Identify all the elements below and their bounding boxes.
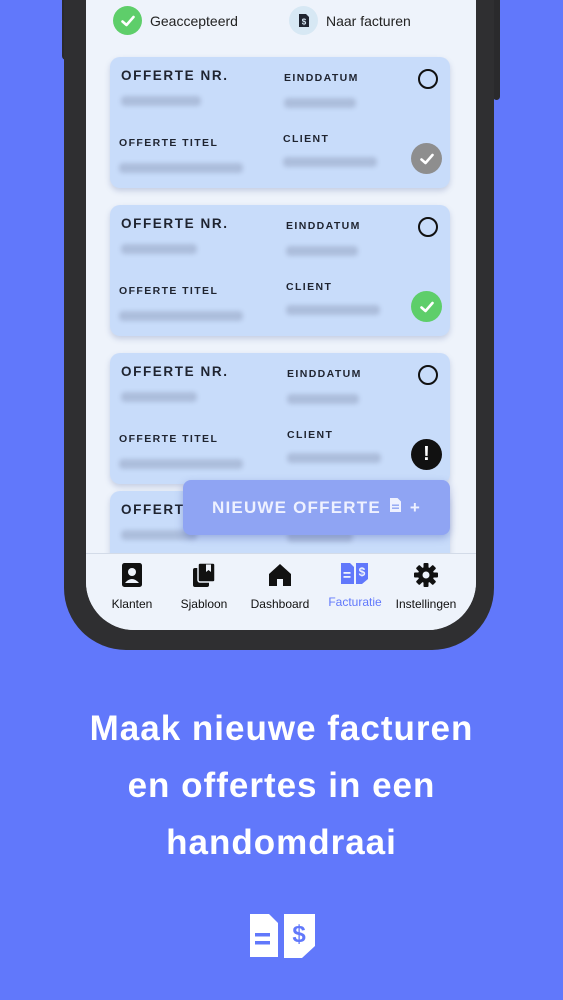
nav-item-facturatie[interactable]: $ Facturatie — [319, 562, 391, 609]
quote-nr-value — [121, 96, 201, 106]
headline-line: en offertes in een — [127, 766, 436, 805]
filter-to-invoices[interactable]: $ Naar facturen — [289, 6, 411, 35]
select-radio[interactable] — [418, 217, 438, 237]
phone-side-button-right — [493, 0, 500, 100]
attention-status-icon: ! — [411, 439, 442, 470]
svg-text:$: $ — [292, 921, 306, 948]
quote-card[interactable]: OFFERTE NR. EINDDATUM OFFERTE TITEL CLIE… — [110, 205, 450, 336]
client-value — [286, 305, 380, 315]
accepted-status-icon — [411, 291, 442, 322]
select-radio[interactable] — [418, 69, 438, 89]
nav-label: Facturatie — [328, 595, 382, 609]
nav-label: Instellingen — [395, 597, 457, 611]
client-label: CLIENT — [283, 133, 330, 145]
filter-accepted[interactable]: Geaccepteerd — [113, 6, 238, 35]
quote-title-value — [119, 163, 243, 173]
end-date-label: EINDDATUM — [286, 220, 361, 232]
headline-line: Maak nieuwe facturen — [89, 709, 474, 748]
invoice-doc-icon: $ — [289, 6, 318, 35]
accepted-status-icon — [411, 143, 442, 174]
nav-label: Klanten — [111, 597, 153, 611]
invoice-icon: $ — [340, 562, 370, 591]
end-date-label: EINDDATUM — [287, 368, 362, 380]
quote-nr-value — [121, 244, 197, 254]
app-screen: Geaccepteerd $ Naar facturen OFFERTE NR.… — [86, 0, 476, 630]
select-radio[interactable] — [418, 365, 438, 385]
nav-item-instellingen[interactable]: Instellingen — [390, 562, 462, 611]
quote-nr-label: OFFERTE NR. — [121, 364, 229, 379]
home-icon — [268, 562, 292, 593]
quote-title-value — [119, 311, 243, 321]
filter-accepted-label: Geaccepteerd — [150, 12, 238, 29]
client-value — [283, 157, 377, 167]
quote-nr-value — [121, 392, 197, 402]
client-value — [287, 453, 381, 463]
quote-card[interactable]: OFFERTE NR. EINDDATUM OFFERTE TITEL CLIE… — [110, 353, 450, 484]
contacts-icon — [120, 562, 144, 593]
new-quote-label: NIEUWE OFFERTE — [212, 497, 381, 517]
quote-nr-label: OFFERTE NR. — [121, 68, 229, 83]
filter-row: Geaccepteerd $ Naar facturen — [86, 0, 476, 44]
client-label: CLIENT — [287, 429, 334, 441]
templates-icon — [192, 562, 216, 593]
promo-headline: Maak nieuwe facturen en offertes in een … — [0, 700, 563, 871]
end-date-value — [284, 98, 356, 108]
app-logo-icon: $ — [249, 913, 316, 964]
quote-title-label: OFFERTE TITEL — [119, 137, 219, 149]
nav-item-dashboard[interactable]: Dashboard — [244, 562, 316, 611]
nav-item-klanten[interactable]: Klanten — [96, 562, 168, 611]
gear-icon — [413, 562, 439, 593]
check-icon — [113, 6, 142, 35]
filter-to-invoices-label: Naar facturen — [326, 12, 411, 29]
headline-line: handomdraai — [166, 823, 397, 862]
nav-label: Dashboard — [250, 597, 310, 611]
svg-text:$: $ — [359, 565, 366, 579]
new-quote-button[interactable]: NIEUWE OFFERTE + — [183, 480, 450, 535]
end-date-value — [286, 246, 358, 256]
plus-icon: + — [409, 497, 421, 517]
quote-card[interactable]: OFFERTE NR. EINDDATUM OFFERTE TITEL CLIE… — [110, 57, 450, 188]
client-label: CLIENT — [286, 281, 333, 293]
end-date-label: EINDDATUM — [284, 72, 359, 84]
nav-item-sjabloon[interactable]: Sjabloon — [168, 562, 240, 611]
quote-title-label: OFFERTE TITEL — [119, 285, 219, 297]
quote-nr-label: OFFERT — [121, 502, 185, 517]
quote-title-value — [119, 459, 243, 469]
quote-title-label: OFFERTE TITEL — [119, 433, 219, 445]
end-date-value — [287, 394, 359, 404]
quote-nr-label: OFFERTE NR. — [121, 216, 229, 231]
bottom-nav: Klanten Sjabloon Dashboard $ Facturatie — [86, 553, 476, 630]
document-icon — [389, 497, 402, 518]
svg-text:$: $ — [301, 18, 306, 27]
nav-label: Sjabloon — [180, 597, 228, 611]
